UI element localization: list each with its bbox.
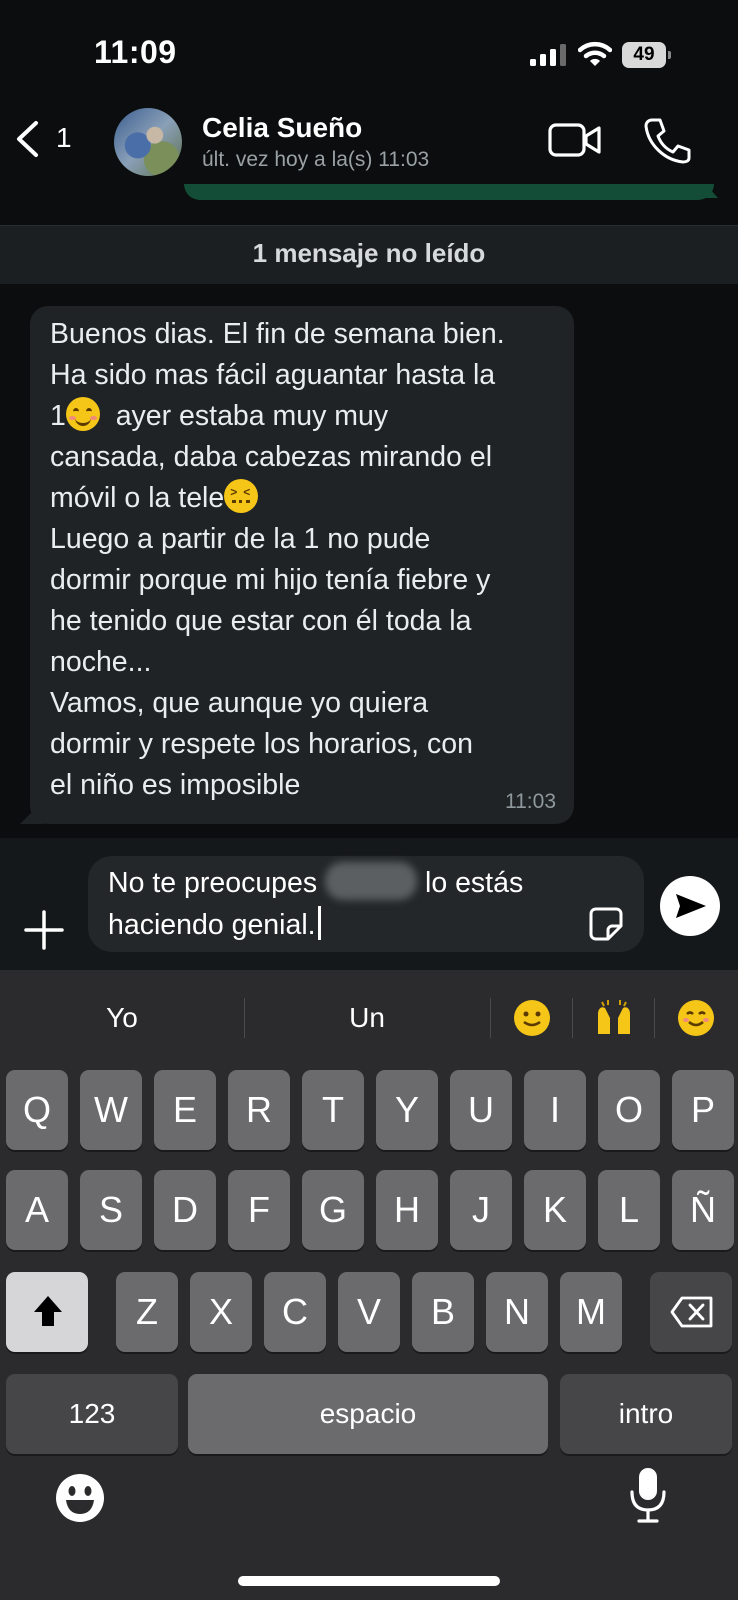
key-j[interactable]: J — [450, 1170, 512, 1250]
return-key[interactable]: intro — [560, 1374, 732, 1454]
key-s[interactable]: S — [80, 1170, 142, 1250]
shift-arrow-icon — [34, 1296, 62, 1326]
delete-key[interactable] — [650, 1272, 732, 1352]
key-e[interactable]: E — [154, 1070, 216, 1150]
status-time: 11:09 — [94, 34, 177, 70]
key-o[interactable]: O — [598, 1070, 660, 1150]
message-composer: No te preocupes lo estás haciendo genial. — [0, 838, 738, 970]
key-v[interactable]: V — [338, 1272, 400, 1352]
key-n-tilde[interactable]: Ñ — [672, 1170, 734, 1250]
smiling-face-icon — [683, 1011, 709, 1027]
key-h[interactable]: H — [376, 1170, 438, 1250]
emoji-keyboard-icon[interactable] — [54, 1472, 106, 1524]
wifi-icon — [578, 41, 612, 66]
phone-icon[interactable] — [642, 116, 692, 164]
draft-text[interactable]: No te preocupes lo estás haciendo genial. — [108, 862, 578, 946]
unread-banner-text: 1 mensaje no leído — [252, 238, 486, 268]
key-a[interactable]: A — [6, 1170, 68, 1250]
redacted-name — [325, 862, 418, 900]
key-z[interactable]: Z — [116, 1272, 178, 1352]
key-b[interactable]: B — [412, 1272, 474, 1352]
key-w[interactable]: W — [80, 1070, 142, 1150]
battery-icon: 49 — [622, 42, 672, 68]
key-n[interactable]: N — [486, 1272, 548, 1352]
unread-count: 1 — [56, 122, 72, 153]
send-arrow-icon — [676, 894, 706, 918]
key-q[interactable]: Q — [6, 1070, 68, 1150]
home-indicator[interactable] — [238, 1576, 500, 1586]
avatar[interactable] — [114, 108, 182, 176]
key-d[interactable]: D — [154, 1170, 216, 1250]
key-r[interactable]: R — [228, 1070, 290, 1150]
message-text: Buenos dias. El fin de semana bien. Ha s… — [50, 318, 505, 801]
text-cursor — [317, 906, 321, 940]
chat-header: 1 Celia Sueño últ. vez hoy a la(s) 11:03 — [0, 94, 738, 184]
battery-level: 49 — [633, 44, 655, 65]
keyboard: Yo Un Q W E R T Y U I O P A S D F G H J … — [0, 970, 738, 1600]
plus-icon[interactable] — [24, 910, 64, 950]
backspace-icon — [670, 1296, 713, 1328]
suggestion-un[interactable]: Un — [245, 988, 489, 1048]
key-t[interactable]: T — [302, 1070, 364, 1150]
key-g[interactable]: G — [302, 1170, 364, 1250]
suggestion-divider — [654, 998, 655, 1038]
smiling-face-suggestion[interactable] — [678, 1000, 714, 1036]
back-button[interactable]: 1 — [14, 116, 94, 162]
send-button[interactable] — [660, 876, 720, 936]
cellular-signal-icon — [530, 44, 566, 66]
shift-key[interactable] — [6, 1272, 88, 1352]
key-p[interactable]: P — [672, 1070, 734, 1150]
message-input[interactable]: No te preocupes lo estás haciendo genial. — [88, 856, 644, 952]
incoming-message-bubble[interactable]: Buenos dias. El fin de semana bien. Ha s… — [30, 306, 574, 824]
suggestion-divider — [572, 998, 573, 1038]
key-m[interactable]: M — [560, 1272, 622, 1352]
key-f[interactable]: F — [228, 1170, 290, 1250]
numbers-key[interactable]: 123 — [6, 1374, 178, 1454]
video-call-icon[interactable] — [548, 122, 602, 158]
sticker-icon[interactable] — [588, 906, 624, 942]
raising-hands-icon — [598, 1000, 630, 1034]
smiling-face-with-smiling-eyes-emoji — [65, 397, 100, 431]
key-y[interactable]: Y — [376, 1070, 438, 1150]
raising-hands-suggestion[interactable] — [594, 996, 634, 1036]
key-i[interactable]: I — [524, 1070, 586, 1150]
slightly-smiling-face-suggestion[interactable] — [514, 1000, 550, 1036]
message-timestamp: 11:03 — [505, 790, 556, 813]
suggestion-yo[interactable]: Yo — [0, 988, 244, 1048]
space-key[interactable]: espacio — [188, 1374, 548, 1454]
microphone-icon[interactable] — [628, 1466, 668, 1524]
key-c[interactable]: C — [264, 1272, 326, 1352]
chevron-left-icon — [17, 121, 38, 157]
slightly-smiling-face-icon — [523, 1011, 541, 1027]
predictive-text-bar: Yo Un — [0, 970, 738, 1066]
key-k[interactable]: K — [524, 1170, 586, 1250]
last-seen-status: últ. vez hoy a la(s) 11:03 — [202, 148, 430, 171]
unread-messages-banner: 1 mensaje no leído — [0, 225, 738, 284]
contact-name[interactable]: Celia Sueño — [202, 112, 362, 144]
key-x[interactable]: X — [190, 1272, 252, 1352]
key-u[interactable]: U — [450, 1070, 512, 1150]
confounded-face-emoji: > < — [224, 479, 259, 513]
suggestion-divider — [490, 998, 491, 1038]
key-l[interactable]: L — [598, 1170, 660, 1250]
